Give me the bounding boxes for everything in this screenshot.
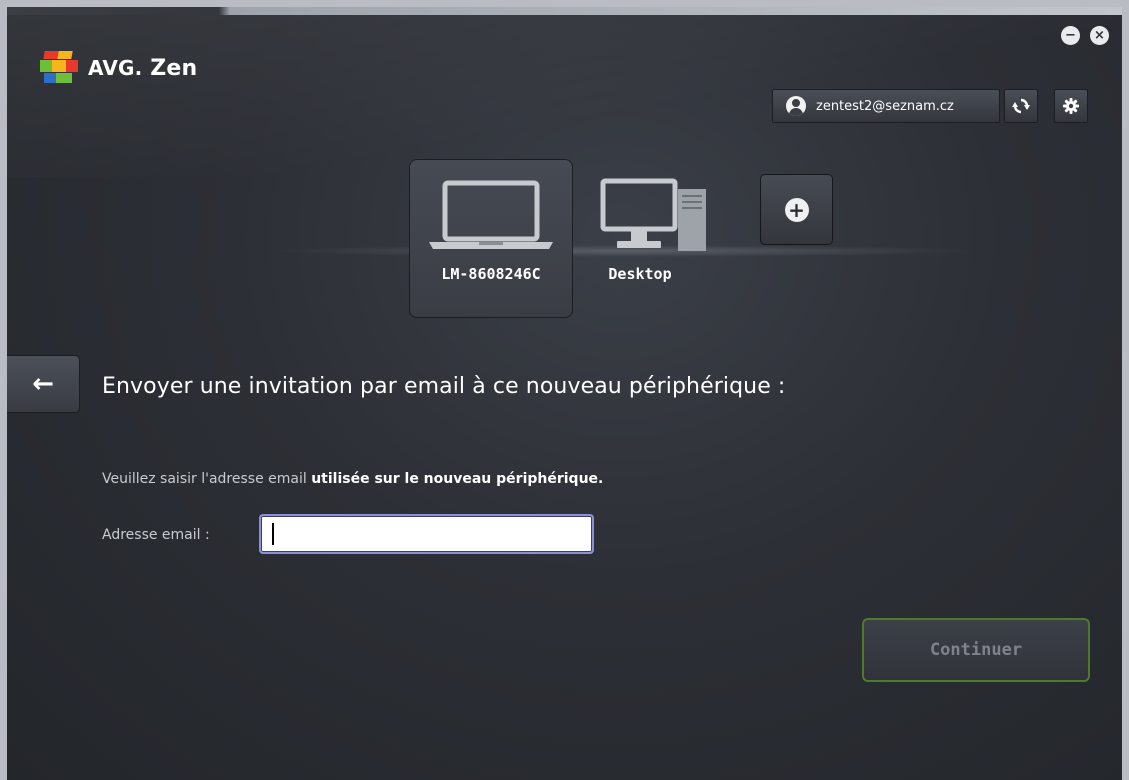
close-button[interactable]: ×: [1090, 26, 1109, 45]
email-input[interactable]: [259, 514, 594, 554]
instruction-text: Veuillez saisir l'adresse email utilisée…: [102, 471, 603, 487]
app-window: AVG. Zen − × zentest2@seznam.cz LM-86082…: [7, 7, 1122, 780]
device-name-desktop[interactable]: Desktop: [600, 265, 680, 283]
brand-name: AVG. Zen: [88, 56, 197, 81]
avg-logo-icon: [40, 51, 84, 85]
page-title: Envoyer une invitation par email à ce no…: [102, 374, 786, 399]
settings-button[interactable]: [1054, 89, 1088, 123]
instruction-part-1: Veuillez saisir l'adresse email: [102, 471, 312, 487]
account-email: zentest2@seznam.cz: [816, 98, 954, 114]
sync-button[interactable]: [1004, 89, 1038, 123]
brand-prefix: AVG.: [88, 55, 143, 80]
brand-product: Zen: [150, 55, 198, 81]
instruction-part-2: utilisée sur le nouveau périphérique.: [311, 471, 604, 487]
avg-zen-logo: AVG. Zen: [40, 50, 197, 86]
account-button[interactable]: zentest2@seznam.cz: [772, 89, 1000, 123]
continue-button[interactable]: Continuer: [862, 618, 1090, 682]
text-caret: [272, 523, 274, 545]
add-device-button[interactable]: +: [760, 174, 833, 245]
device-name-laptop[interactable]: LM-8608246C: [420, 265, 562, 283]
desktop-icon[interactable]: [599, 177, 709, 253]
minimize-icon: −: [1065, 28, 1076, 43]
laptop-icon: [429, 180, 553, 249]
gear-icon: [1063, 98, 1079, 114]
user-icon: [786, 96, 806, 116]
minimize-button[interactable]: −: [1061, 26, 1080, 45]
title-strip: [7, 7, 1122, 15]
plus-icon: +: [784, 197, 809, 222]
back-button[interactable]: ←: [7, 355, 80, 413]
sync-icon: [1012, 98, 1030, 114]
back-arrow-icon: ←: [32, 369, 54, 399]
close-icon: ×: [1094, 28, 1105, 43]
email-label: Adresse email :: [102, 527, 210, 543]
